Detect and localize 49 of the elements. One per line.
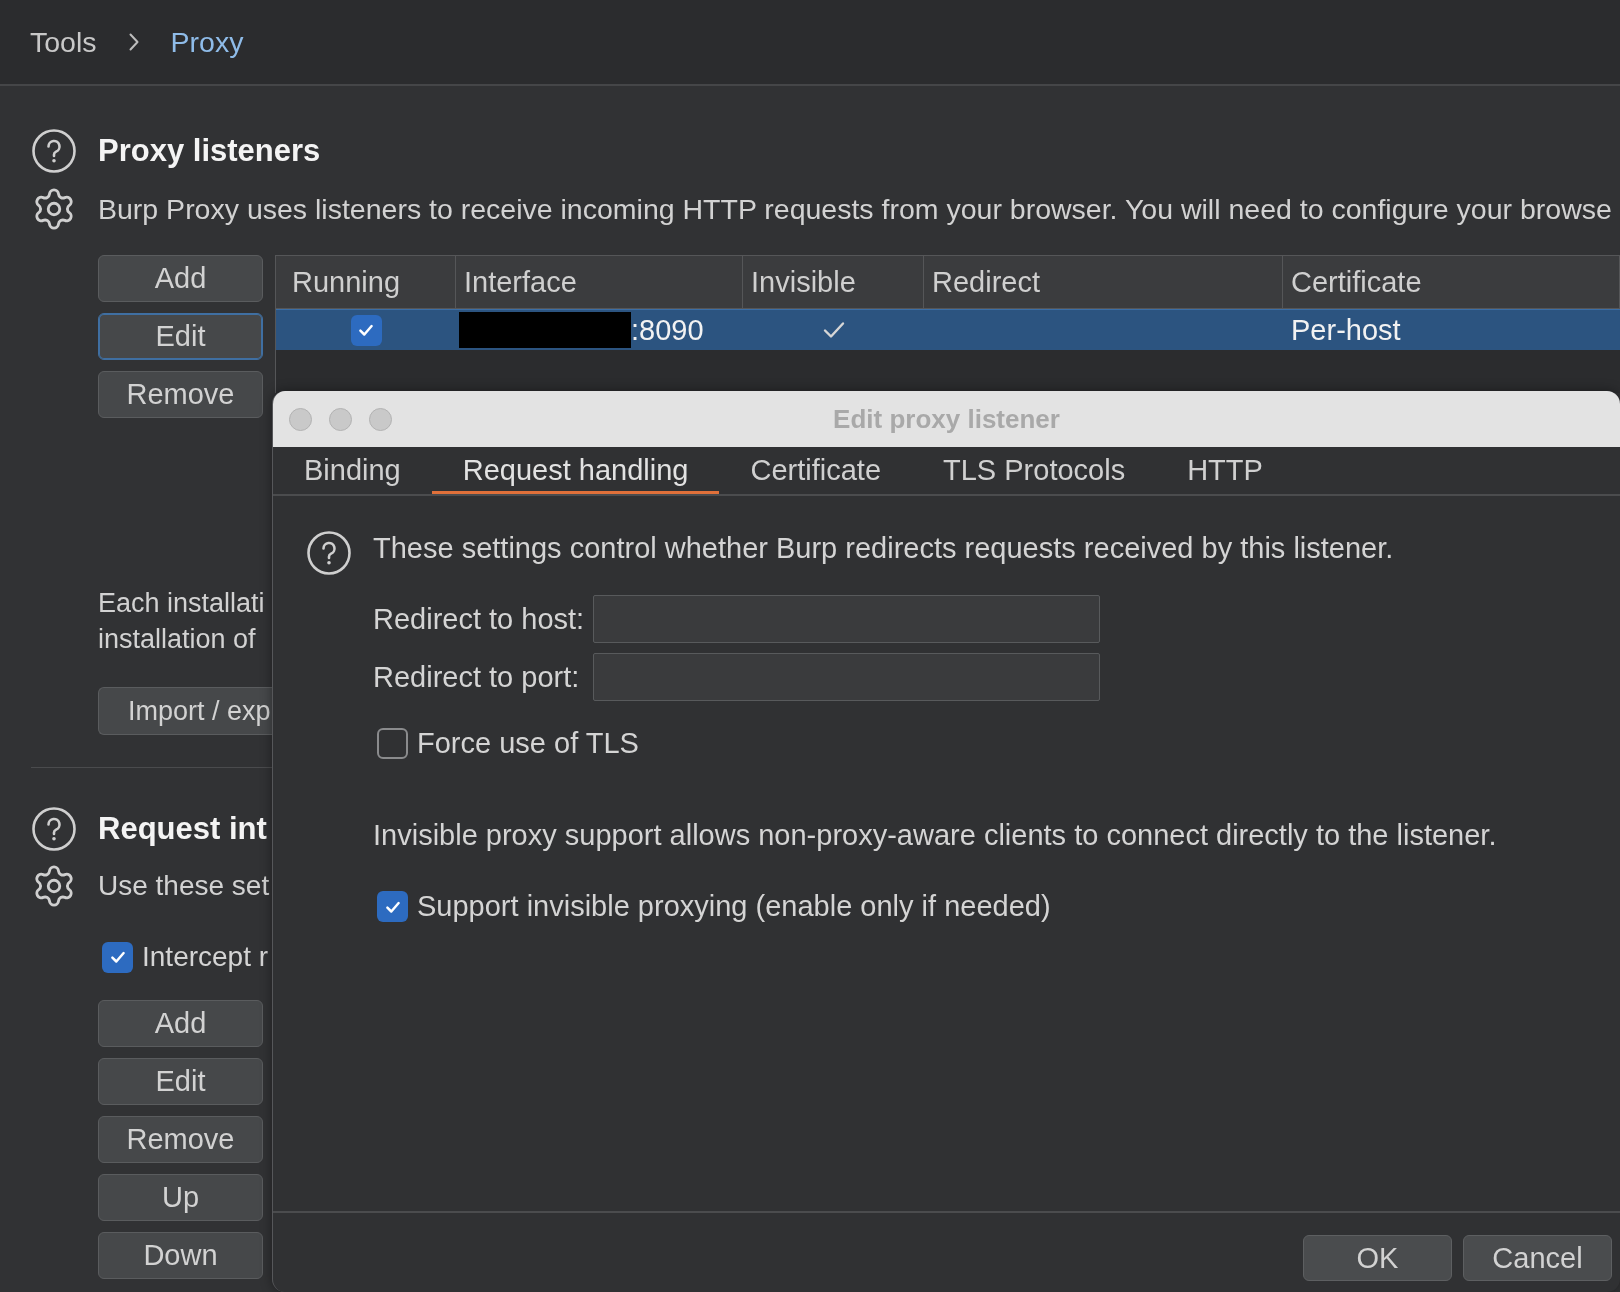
action-button[interactable]: Down bbox=[98, 1232, 263, 1279]
checkbox-label: Support invisible proxying (enable only if needed) bbox=[417, 890, 1051, 923]
input-field[interactable] bbox=[593, 595, 1100, 643]
dialog-button[interactable]: Cancel bbox=[1463, 1235, 1612, 1281]
column-header[interactable]: Interface bbox=[456, 256, 743, 308]
tab[interactable]: Certificate bbox=[719, 447, 913, 494]
window-title: Edit proxy listener bbox=[833, 403, 1060, 435]
column-header[interactable]: Running bbox=[276, 256, 456, 308]
table-row[interactable]: :8090 Per-host bbox=[276, 309, 1620, 350]
table-cell: :8090 bbox=[631, 313, 704, 347]
help-icon[interactable] bbox=[32, 129, 76, 173]
column-header[interactable]: Certificate bbox=[1283, 256, 1620, 308]
section-title: Request int bbox=[98, 811, 267, 847]
tab[interactable]: Binding bbox=[273, 447, 432, 494]
action-button[interactable]: Add bbox=[98, 1000, 263, 1047]
breadcrumb-link[interactable]: Proxy bbox=[170, 25, 244, 59]
tab[interactable]: TLS Protocols bbox=[912, 447, 1157, 494]
help-icon[interactable] bbox=[307, 531, 351, 575]
table-cell: Per-host bbox=[1291, 313, 1401, 347]
action-button[interactable]: Edit bbox=[98, 313, 263, 360]
action-button[interactable]: Remove bbox=[98, 1116, 263, 1163]
checkbox[interactable] bbox=[377, 891, 408, 922]
dialog-button[interactable]: OK bbox=[1303, 1235, 1452, 1281]
intro-text: These settings control whether Burp redirects requests received by this listener. bbox=[373, 531, 1394, 566]
tab[interactable]: HTTP bbox=[1156, 447, 1294, 494]
checkbox[interactable] bbox=[377, 728, 408, 759]
checkbox[interactable] bbox=[350, 314, 382, 346]
tab[interactable]: Request handling bbox=[431, 447, 720, 494]
field-label: Redirect to host: bbox=[373, 602, 586, 636]
column-header[interactable]: Redirect bbox=[924, 256, 1283, 308]
info-text: Invisible proxy support allows non-proxy-aware clients to connect directly to the listener. bbox=[373, 818, 1498, 853]
help-icon[interactable] bbox=[32, 807, 76, 851]
action-button[interactable]: Up bbox=[98, 1174, 263, 1221]
description-text: Each installati installation of bbox=[98, 587, 266, 656]
action-button[interactable]: Remove bbox=[98, 371, 263, 418]
section-description: Use these set bbox=[98, 870, 270, 902]
chevron-right-icon bbox=[128, 33, 139, 51]
checkbox-label: Force use of TLS bbox=[417, 727, 639, 760]
action-button[interactable]: Edit bbox=[98, 1058, 263, 1105]
import-export-button[interactable]: Import / exp bbox=[98, 687, 272, 735]
breadcrumb-link[interactable]: Tools bbox=[30, 25, 97, 59]
input-field[interactable] bbox=[593, 653, 1100, 701]
action-button[interactable]: Add bbox=[98, 255, 263, 302]
section-description: Burp Proxy uses listeners to receive incoming HTTP requests from your browser. You will need to configure your browse bbox=[98, 192, 1612, 226]
section-title: Proxy listeners bbox=[98, 133, 321, 169]
field-label: Redirect to port: bbox=[373, 660, 581, 694]
column-header[interactable]: Invisible bbox=[743, 256, 924, 308]
checkbox-label: Intercept r bbox=[142, 941, 269, 973]
checkbox[interactable] bbox=[102, 941, 133, 973]
